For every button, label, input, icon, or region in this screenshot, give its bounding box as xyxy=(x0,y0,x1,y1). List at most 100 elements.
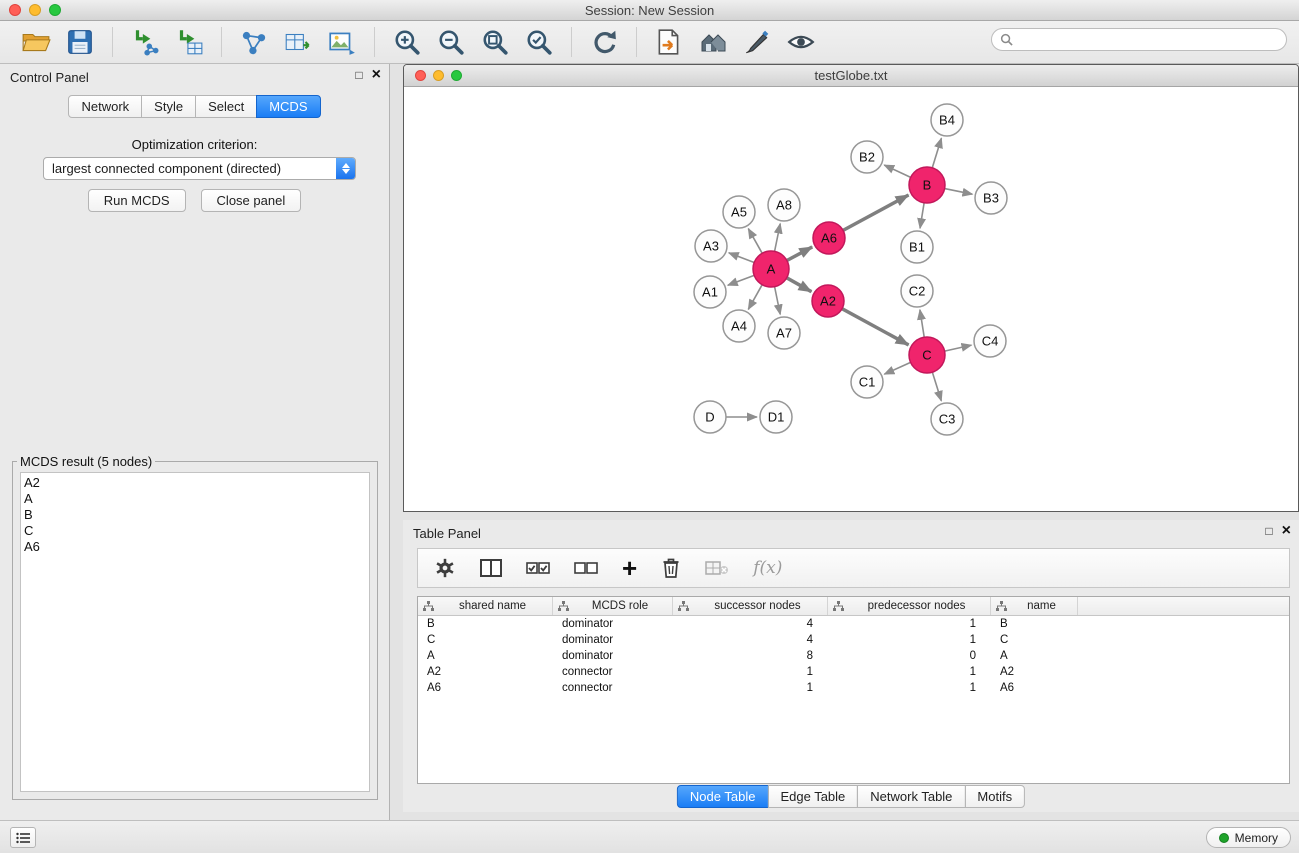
zoom-fit-icon[interactable] xyxy=(480,28,510,56)
graph-edge-B-B4[interactable] xyxy=(932,138,941,168)
mcds-result-list[interactable]: A2ABCA6 xyxy=(20,472,370,792)
graph-edge-A-A6[interactable] xyxy=(787,247,812,261)
graph-node-B3[interactable]: B3 xyxy=(975,182,1007,214)
import-table-icon[interactable] xyxy=(174,28,204,56)
graph-node-A5[interactable]: A5 xyxy=(723,196,755,228)
result-item[interactable]: A xyxy=(24,491,369,507)
graph-node-C4[interactable]: C4 xyxy=(974,325,1006,357)
graph-node-C3[interactable]: C3 xyxy=(931,403,963,435)
graph-edge-A-A4[interactable] xyxy=(748,285,762,310)
new-network-icon[interactable] xyxy=(239,28,269,56)
graph-node-A1[interactable]: A1 xyxy=(694,276,726,308)
float-table-panel-icon[interactable]: □ xyxy=(1265,524,1272,538)
result-item[interactable]: B xyxy=(24,507,369,523)
graph-node-A2[interactable]: A2 xyxy=(812,285,844,317)
graph-edge-A2-C[interactable] xyxy=(842,309,909,345)
graph-node-A[interactable]: A xyxy=(753,251,789,287)
graph-edge-A-A2[interactable] xyxy=(787,278,812,292)
import-network-icon[interactable] xyxy=(130,28,160,56)
table-row[interactable]: A6connector11A6 xyxy=(418,680,1289,696)
column-header-name[interactable]: name xyxy=(991,597,1078,615)
graph-node-B1[interactable]: B1 xyxy=(901,231,933,263)
graph-edge-A-A3[interactable] xyxy=(729,253,754,263)
table-settings-gear-icon[interactable] xyxy=(434,557,456,579)
graph-edge-C-C2[interactable] xyxy=(920,310,924,337)
close-window-button[interactable] xyxy=(9,4,21,16)
create-column-icon[interactable]: + xyxy=(622,558,637,578)
table-tab-node-table[interactable]: Node Table xyxy=(677,785,769,808)
function-builder-icon[interactable]: f(x) xyxy=(753,558,782,578)
show-column-icon[interactable] xyxy=(480,559,502,577)
graph-node-C1[interactable]: C1 xyxy=(851,366,883,398)
graph-edge-B-B3[interactable] xyxy=(945,189,973,195)
delete-column-trash-icon[interactable] xyxy=(661,557,681,579)
graph-node-A7[interactable]: A7 xyxy=(768,317,800,349)
graph-edge-C-C3[interactable] xyxy=(932,372,941,401)
network-minimize-button[interactable] xyxy=(433,70,444,81)
open-session-icon[interactable] xyxy=(21,28,51,56)
graph-node-B2[interactable]: B2 xyxy=(851,141,883,173)
save-session-icon[interactable] xyxy=(65,28,95,56)
graph-edge-B-B2[interactable] xyxy=(884,165,910,177)
graph-node-C[interactable]: C xyxy=(909,337,945,373)
close-panel-button[interactable]: Close panel xyxy=(201,189,302,212)
unselect-all-columns-icon[interactable] xyxy=(574,561,598,575)
zoom-window-button[interactable] xyxy=(49,4,61,16)
table-row[interactable]: Adominator80A xyxy=(418,648,1289,664)
graph-node-D[interactable]: D xyxy=(694,401,726,433)
close-table-panel-icon[interactable]: × xyxy=(1282,524,1291,538)
tab-select[interactable]: Select xyxy=(195,95,257,118)
zoom-out-icon[interactable] xyxy=(436,28,466,56)
tab-style[interactable]: Style xyxy=(141,95,196,118)
minimize-window-button[interactable] xyxy=(29,4,41,16)
graph-edge-A-A5[interactable] xyxy=(748,229,762,254)
zoom-selected-icon[interactable] xyxy=(524,28,554,56)
toolbar-search[interactable] xyxy=(991,28,1287,51)
result-item[interactable]: C xyxy=(24,523,369,539)
open-recent-icon[interactable] xyxy=(654,28,684,56)
show-details-eye-icon[interactable] xyxy=(786,28,816,56)
graph-node-A3[interactable]: A3 xyxy=(695,230,727,262)
float-panel-icon[interactable]: □ xyxy=(355,68,362,82)
memory-button[interactable]: Memory xyxy=(1206,827,1291,848)
close-panel-icon[interactable]: × xyxy=(372,68,381,82)
table-row[interactable]: Cdominator41C xyxy=(418,632,1289,648)
search-input[interactable] xyxy=(1017,33,1286,47)
graph-node-B[interactable]: B xyxy=(909,167,945,203)
graph-edge-A6-B[interactable] xyxy=(843,195,908,230)
graph-edge-A-A8[interactable] xyxy=(775,224,781,252)
run-mcds-button[interactable]: Run MCDS xyxy=(88,189,186,212)
tab-mcds[interactable]: MCDS xyxy=(256,95,320,118)
network-canvas[interactable]: AA2A6BCA1A3A4A5A7A8B1B2B3B4C1C2C3C4DD1 xyxy=(404,87,1298,511)
network-close-button[interactable] xyxy=(415,70,426,81)
criterion-dropdown[interactable]: largest connected component (directed) xyxy=(43,157,356,180)
column-header-successor-nodes[interactable]: successor nodes xyxy=(673,597,828,615)
graph-edge-A-A7[interactable] xyxy=(775,287,781,315)
home-view-icon[interactable] xyxy=(698,28,728,56)
graph-node-A4[interactable]: A4 xyxy=(723,310,755,342)
table-row[interactable]: Bdominator41B xyxy=(418,616,1289,632)
graph-edge-B-B1[interactable] xyxy=(920,203,924,228)
network-window-titlebar[interactable]: testGlobe.txt xyxy=(404,65,1298,87)
result-item[interactable]: A6 xyxy=(24,539,369,555)
result-item[interactable]: A2 xyxy=(24,475,369,491)
delete-table-icon[interactable] xyxy=(705,560,729,576)
graph-edge-A-A1[interactable] xyxy=(728,275,754,285)
column-header-predecessor-nodes[interactable]: predecessor nodes xyxy=(828,597,991,615)
refresh-layout-icon[interactable] xyxy=(589,28,619,56)
zoom-in-icon[interactable] xyxy=(392,28,422,56)
graph-node-A8[interactable]: A8 xyxy=(768,189,800,221)
export-table-icon[interactable] xyxy=(283,28,313,56)
select-all-columns-icon[interactable] xyxy=(526,561,550,575)
graph-node-B4[interactable]: B4 xyxy=(931,104,963,136)
table-tab-motifs[interactable]: Motifs xyxy=(964,785,1025,808)
column-header-mcds-role[interactable]: MCDS role xyxy=(553,597,673,615)
graph-node-C2[interactable]: C2 xyxy=(901,275,933,307)
table-row[interactable]: A2connector11A2 xyxy=(418,664,1289,680)
tab-network[interactable]: Network xyxy=(68,95,142,118)
export-image-icon[interactable] xyxy=(327,28,357,56)
table-tab-network-table[interactable]: Network Table xyxy=(857,785,965,808)
network-zoom-button[interactable] xyxy=(451,70,462,81)
graph-edge-C-C1[interactable] xyxy=(884,362,910,374)
table-tab-edge-table[interactable]: Edge Table xyxy=(767,785,858,808)
